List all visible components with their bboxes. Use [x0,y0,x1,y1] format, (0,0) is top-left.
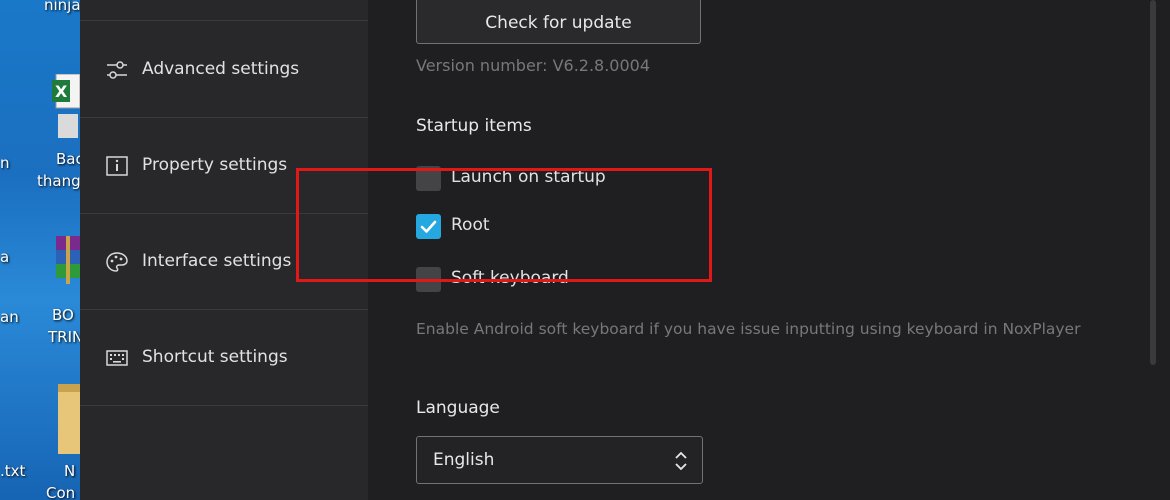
folder-icon[interactable] [58,384,80,454]
desktop-icon-label: BO [52,306,74,324]
sidebar-top-divider [80,0,368,21]
version-number-text: Version number: V6.2.8.0004 [416,56,651,75]
desktop-background: ninja X Bac thang BO TRIN an n a .txt N … [0,0,80,500]
sidebar-item-advanced-settings[interactable]: Advanced settings [80,22,368,118]
sliders-icon [107,61,127,79]
sidebar-item-property-settings[interactable]: Property settings [80,118,368,214]
check-for-update-button[interactable]: Check for update [416,0,701,44]
language-select-value: English [433,450,495,470]
svg-text:X: X [55,82,68,101]
sidebar-item-label: Interface settings [142,251,292,271]
language-select[interactable]: English [416,436,703,484]
startup-items-heading: Startup items [416,116,532,136]
desktop-icon-label: .txt [0,462,26,480]
checkbox-label: Root [451,215,490,235]
desktop-icon-label: thang [37,172,80,190]
desktop-icon-label: Con [46,484,76,500]
winrar-archive-icon[interactable] [56,236,80,286]
checkbox-checked-icon [416,214,441,239]
sidebar-item-label: Advanced settings [142,59,300,79]
keyboard-icon [106,350,128,366]
desktop-icon-label: N [64,462,76,480]
desktop-icon-label: ninja [44,0,80,14]
checkbox-unchecked-icon [416,267,441,292]
settings-sidebar: Advanced settings Property settings Inte… [80,0,368,500]
desktop-icon-label: n [0,154,10,172]
sidebar-item-shortcut-settings[interactable]: Shortcut settings [80,310,368,406]
soft-keyboard-help-text: Enable Android soft keyboard if you have… [416,320,1081,338]
desktop-icon-label: Bac [56,150,80,168]
settings-main-panel: Check for update Version number: V6.2.8.… [368,0,1170,500]
checkbox-unchecked-icon [416,166,441,191]
desktop-icon-label: a [0,248,10,266]
palette-icon [106,252,128,272]
desktop-icon-label: an [0,308,19,326]
sidebar-item-interface-settings[interactable]: Interface settings [80,214,368,310]
vertical-scrollbar[interactable] [1150,0,1156,365]
sidebar-item-label: Property settings [142,155,288,175]
sidebar-item-label: Shortcut settings [142,347,288,367]
checkbox-label: Soft keyboard [451,268,569,288]
desktop-icon-label: TRIN [48,328,80,346]
info-icon [106,156,128,176]
checkbox-label: Launch on startup [451,167,606,187]
checkmark-icon [420,220,437,233]
up-down-chevron-icon [675,451,687,471]
language-heading: Language [416,398,500,418]
excel-file-icon[interactable]: X [52,74,80,138]
